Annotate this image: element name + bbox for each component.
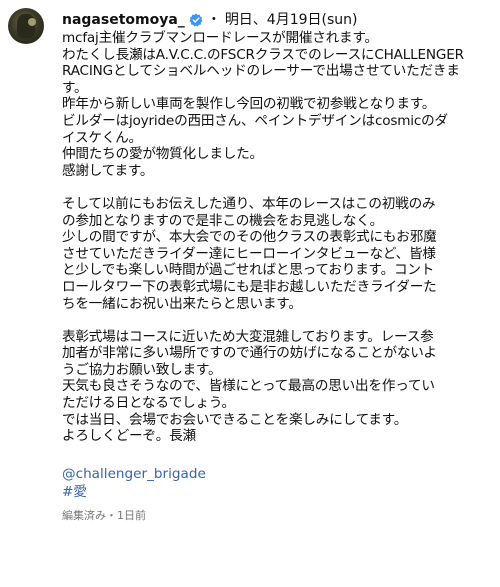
mention-link[interactable]: @challenger_brigade: [62, 465, 492, 483]
username-link[interactable]: nagasetomoya_: [62, 10, 185, 30]
caption-line: 加者が非常に多い場所ですので通行の妨げになることがないよ: [62, 345, 437, 362]
caption-line: させていただきライダー達にヒーローインタビューなど、皆様: [62, 245, 436, 262]
tags-block: @challenger_brigade #愛: [62, 465, 492, 501]
avatar-highlight: [28, 18, 36, 26]
caption-line: 昨年から新しい車両を製作し今回の初戦で初参戦となります。: [62, 96, 436, 113]
caption-line: の参加となりますので是非この機会をお見逃しなく。: [62, 212, 384, 229]
caption-line: mcfaj主催クラブマンロードレースが開催されます。: [62, 30, 378, 46]
caption-line: そして以前にもお伝えした通り、本年のレースはこの初戦のみ: [62, 195, 436, 212]
verified-badge-icon: [189, 13, 203, 27]
profile-avatar[interactable]: [8, 8, 44, 44]
caption-line: ただける日となるでしょう。: [62, 395, 235, 412]
caption-line: 少しの間ですが、本大会でのその他クラスの表彰式にもお邪魔: [62, 229, 437, 246]
caption-line: よろしくどーぞ。長瀬: [62, 428, 196, 445]
instagram-post: nagasetomoya_ ・ 明日、4月19日(sun) mcfaj主催クラブ…: [0, 0, 500, 587]
post-meta: 編集済み・1日前: [62, 509, 146, 523]
caption-line: ビルダーはjoyrideの西田さん、ペイントデザインはcosmicのダ: [62, 112, 448, 129]
caption-line: わたくし長瀬はA.V.C.C.のFSCRクラスでのレースにCHALLENGER: [62, 46, 464, 63]
caption-line: す。: [62, 79, 88, 96]
caption-line: ロールタワー下の表彰式場にも是非お越しいただきライダーた: [62, 278, 437, 295]
caption-line: 仲間たちの愛が物質化しました。: [62, 146, 263, 163]
caption-line: うご協力お願い致します。: [62, 361, 222, 378]
caption-line: と少しでも楽しい時間が過ごせればと思っております。コント: [62, 262, 435, 279]
post-date-text: 明日、4月19日(sun): [224, 12, 358, 28]
post-header: nagasetomoya_ ・ 明日、4月19日(sun): [62, 10, 492, 30]
post-content: nagasetomoya_ ・ 明日、4月19日(sun) mcfaj主催クラブ…: [62, 10, 492, 523]
caption-line: では当日、会場でお会いできることを楽しみにしてます。: [62, 411, 408, 428]
caption-line: 感謝してます。: [62, 162, 154, 179]
caption-line: 天気も良さそうなので、皆様にとって最高の思い出を作ってい: [62, 378, 435, 395]
caption-line: 表彰式場はコースに近いため大変混雑しております。レース参: [62, 328, 434, 345]
hashtag-link[interactable]: #愛: [62, 483, 492, 501]
caption-text: mcfaj主催クラブマンロードレースが開催されます。 わたくし長瀬はA.V.C.C…: [62, 30, 492, 461]
caption-line: イスケくん。: [62, 129, 142, 146]
caption-line: ちを一緒にお祝い出来たらと思います。: [62, 295, 302, 312]
header-separator: ・: [206, 12, 221, 28]
caption-line: RACINGとしてショベルヘッドのレーサーで出場させていただきま: [62, 63, 460, 80]
